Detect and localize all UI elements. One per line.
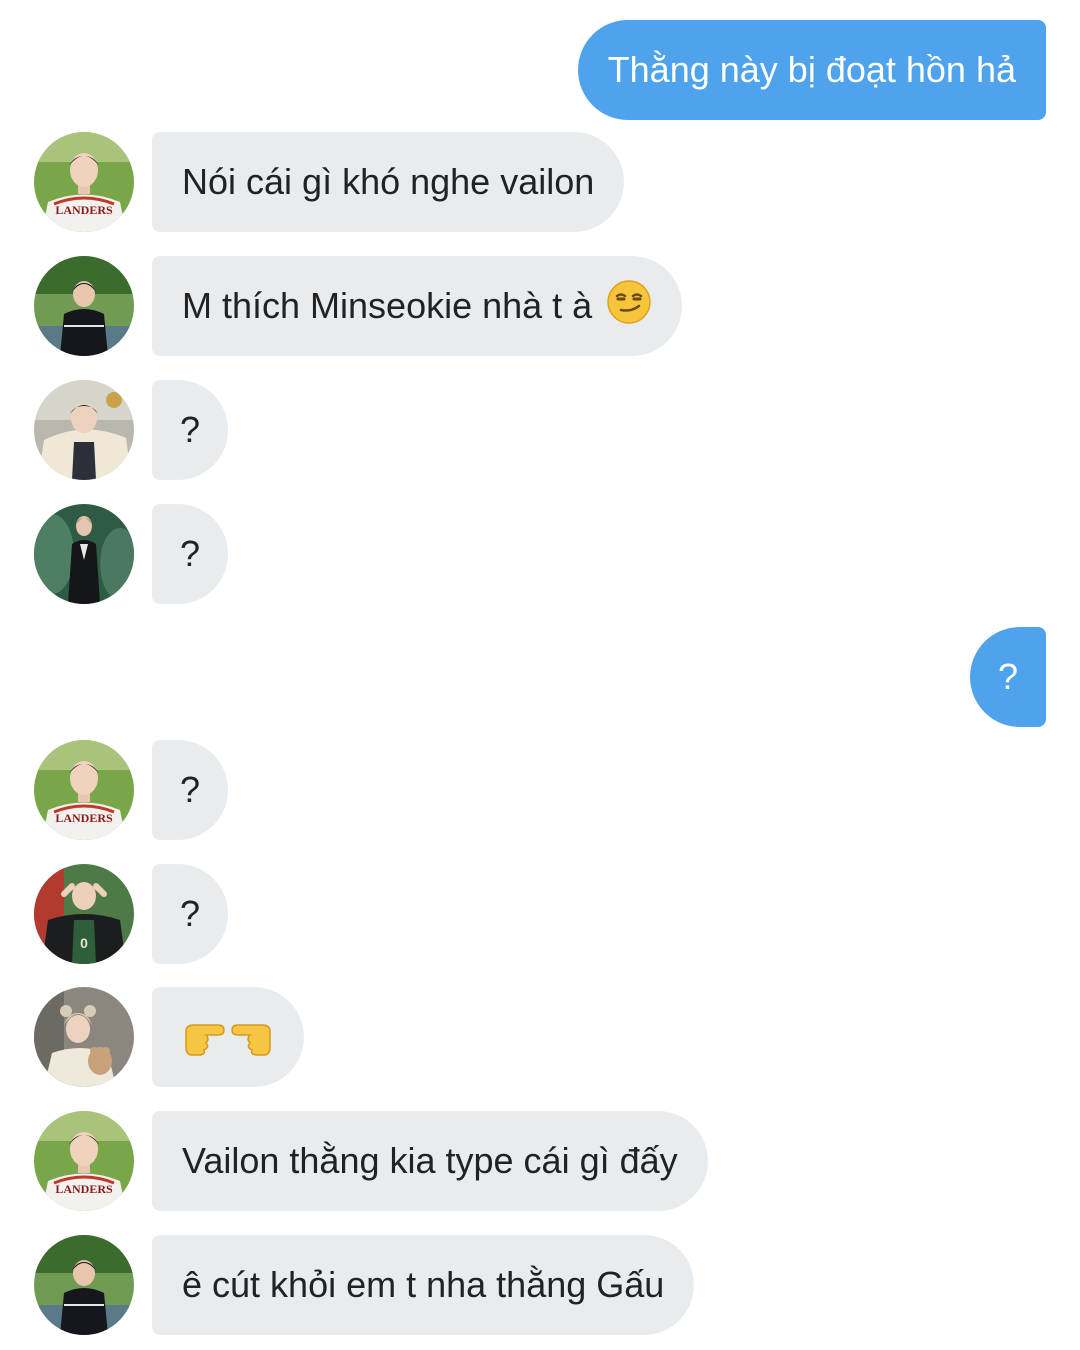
- message-text: M thích Minseokie nhà t à: [182, 285, 593, 326]
- message-incoming: ?: [0, 380, 1080, 480]
- message-bubble-incoming[interactable]: ?: [152, 864, 229, 964]
- message-text: ?: [180, 533, 201, 574]
- avatar-varsity-jacket[interactable]: 0: [34, 864, 134, 964]
- message-text: ?: [180, 769, 201, 810]
- message-incoming: M thích Minseokie nhà t à: [0, 256, 1080, 356]
- avatar-bear-hat[interactable]: [34, 987, 134, 1087]
- pointing-hands-emoji: [182, 1017, 274, 1057]
- message-text: Thằng này bị đoạt hồn hả: [607, 49, 1016, 90]
- message-bubble-incoming[interactable]: ?: [152, 380, 229, 480]
- message-text: Vailon thằng kia type cái gì đấy: [182, 1140, 678, 1181]
- message-text: ?: [180, 409, 201, 450]
- message-text: ?: [180, 893, 201, 934]
- avatar-black-suit[interactable]: [34, 504, 134, 604]
- avatar-baseball-jersey[interactable]: LANDERS: [34, 1111, 134, 1211]
- pointing-left-hand-icon: [231, 1024, 271, 1056]
- avatar-cream-fleece[interactable]: [34, 380, 134, 480]
- message-incoming: LANDERS Nói cái gì khó nghe vailon: [0, 132, 1080, 232]
- message-incoming: ê cút khỏi em t nha thằng Gấu: [0, 1235, 1080, 1335]
- message-bubble-outgoing[interactable]: ?: [969, 627, 1046, 727]
- message-incoming: LANDERS ?: [0, 740, 1080, 840]
- message-bubble-incoming[interactable]: Vailon thằng kia type cái gì đấy: [152, 1111, 708, 1211]
- message-outgoing: ?: [0, 627, 1080, 727]
- avatar-baseball-jersey[interactable]: LANDERS: [34, 132, 134, 232]
- message-text: ?: [997, 656, 1018, 697]
- pointing-right-hand-icon: [185, 1024, 225, 1056]
- message-bubble-incoming[interactable]: ?: [152, 740, 229, 840]
- message-text: ê cút khỏi em t nha thằng Gấu: [182, 1264, 665, 1305]
- avatar-park-black-jersey[interactable]: [34, 1235, 134, 1335]
- message-incoming: LANDERS Vailon thằng kia type cái gì đấy: [0, 1111, 1080, 1211]
- message-bubble-incoming[interactable]: [152, 987, 304, 1087]
- smirking-face-emoji: [606, 279, 652, 334]
- message-bubble-incoming[interactable]: ê cút khỏi em t nha thằng Gấu: [152, 1235, 695, 1335]
- avatar-park-black-jersey[interactable]: [34, 256, 134, 356]
- message-bubble-incoming[interactable]: ?: [152, 504, 229, 604]
- message-bubble-incoming[interactable]: M thích Minseokie nhà t à: [152, 256, 683, 356]
- message-outgoing: Thằng này bị đoạt hồn hả: [0, 20, 1080, 120]
- message-incoming: [0, 987, 1080, 1087]
- message-text: Nói cái gì khó nghe vailon: [182, 161, 595, 202]
- message-incoming: ?: [0, 504, 1080, 604]
- message-incoming: 0 ?: [0, 864, 1080, 964]
- message-bubble-outgoing[interactable]: Thằng này bị đoạt hồn hả: [577, 20, 1046, 120]
- svg-text:LANDERS: LANDERS: [55, 1182, 113, 1196]
- svg-text:0: 0: [80, 935, 88, 951]
- avatar-baseball-jersey[interactable]: LANDERS: [34, 740, 134, 840]
- svg-text:LANDERS: LANDERS: [55, 203, 113, 217]
- message-bubble-incoming[interactable]: Nói cái gì khó nghe vailon: [152, 132, 625, 232]
- svg-text:LANDERS: LANDERS: [55, 811, 113, 825]
